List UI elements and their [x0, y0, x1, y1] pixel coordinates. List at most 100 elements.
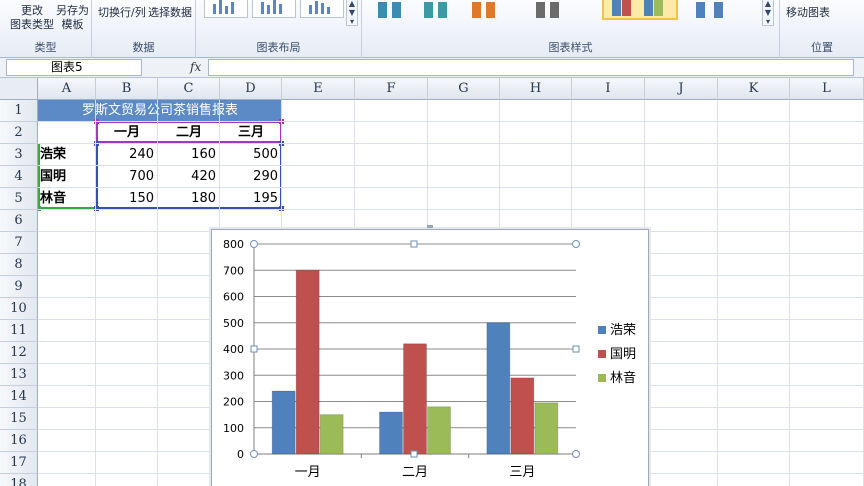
header-cell-month-2[interactable]: 二月 [158, 122, 220, 144]
bar[interactable] [534, 402, 559, 455]
ribbon-group-type-label: 类型 [34, 41, 57, 54]
column-header-d[interactable]: D [220, 78, 282, 100]
ribbon-group-type: 更改 图表类型 另存为 模板 类型 [0, 0, 92, 58]
plot-area-handle[interactable] [572, 450, 580, 458]
value-cell[interactable]: 150 [96, 188, 158, 210]
move-chart-button[interactable]: 移动图表 [786, 6, 830, 20]
row-header-12[interactable]: 12 [0, 342, 38, 364]
value-cell[interactable]: 700 [96, 166, 158, 188]
save-as-template-label-2: 模板 [61, 18, 84, 31]
chart-style-option-2[interactable] [418, 0, 456, 20]
value-cell[interactable]: 160 [158, 144, 220, 166]
column-header-g[interactable]: G [428, 78, 500, 100]
plot-area-handle[interactable] [410, 450, 418, 458]
row-label-cell[interactable]: 国明 [38, 166, 96, 188]
gridline [38, 187, 864, 188]
row-header-7[interactable]: 7 [0, 232, 38, 254]
row-header-9[interactable]: 9 [0, 276, 38, 298]
row-header-13[interactable]: 13 [0, 364, 38, 386]
column-chart[interactable]: 0 100 200 300 400 500 600 700 800 一月 二月 三月 浩荣国明林音 [212, 230, 650, 486]
legend-swatch [598, 374, 606, 382]
chart-style-option-selected[interactable] [602, 0, 678, 20]
y-tick-label: 200 [223, 396, 244, 409]
column-header-a[interactable]: A [38, 78, 96, 100]
value-cell[interactable]: 290 [220, 166, 282, 188]
ribbon: 更改 图表类型 另存为 模板 类型 切换行/列 选择数据 数据 ▲ ▼ ▾ 图表布局… [0, 0, 864, 58]
value-cell[interactable]: 240 [96, 144, 158, 166]
bar[interactable] [486, 322, 511, 455]
plot-area-handle[interactable] [572, 240, 580, 248]
chart-style-option-3[interactable] [466, 0, 504, 20]
change-chart-type-button[interactable]: 更改 图表类型 [10, 4, 54, 32]
chart-layout-option-2[interactable] [252, 0, 296, 18]
column-header-f[interactable]: F [355, 78, 428, 100]
column-header-k[interactable]: K [718, 78, 790, 100]
chart-layout-scroll[interactable]: ▲ ▼ ▾ [346, 0, 358, 26]
bar[interactable] [271, 390, 296, 455]
row-header-18[interactable]: 18 [0, 474, 38, 486]
bar[interactable] [295, 269, 320, 455]
value-cell[interactable]: 180 [158, 188, 220, 210]
ribbon-group-chart-styles-label: 图表样式 [548, 41, 593, 54]
insert-function-icon[interactable]: fx [190, 60, 201, 74]
row-header-15[interactable]: 15 [0, 408, 38, 430]
row-header-6[interactable]: 6 [0, 210, 38, 232]
column-header-l[interactable]: L [790, 78, 864, 100]
save-as-template-button[interactable]: 另存为 模板 [56, 4, 89, 32]
row-header-8[interactable]: 8 [0, 254, 38, 276]
row-header-11[interactable]: 11 [0, 320, 38, 342]
row-header-4[interactable]: 4 [0, 166, 38, 188]
plot-area-handle[interactable] [250, 450, 258, 458]
chart-resize-handle[interactable] [427, 225, 433, 228]
name-box[interactable]: 图表5 [6, 59, 142, 76]
column-header-c[interactable]: C [158, 78, 220, 100]
ribbon-group-chart-layout: ▲ ▼ ▾ 图表布局 [196, 0, 362, 58]
row-label-cell[interactable]: 林音 [38, 188, 96, 210]
header-cell-month-3[interactable]: 三月 [220, 122, 282, 144]
column-header-b[interactable]: B [96, 78, 158, 100]
value-cell[interactable]: 195 [220, 188, 282, 210]
chart-style-option-1[interactable] [372, 0, 410, 20]
chart-object[interactable]: 0 100 200 300 400 500 600 700 800 一月 二月 三月 浩荣 国明 林音 [211, 229, 649, 486]
row-header-3[interactable]: 3 [0, 144, 38, 166]
header-cell-month-1[interactable]: 一月 [96, 122, 158, 144]
row-header-2[interactable]: 2 [0, 122, 38, 144]
chart-style-option-4[interactable] [530, 0, 568, 20]
plot-area-handle[interactable] [410, 240, 418, 248]
select-all-corner[interactable] [0, 78, 38, 100]
switch-row-column-button[interactable]: 切换行/列 [98, 6, 146, 20]
sheet-title[interactable]: 罗斯文贸易公司茶销售报表 [38, 100, 282, 122]
legend-label: 浩荣 [610, 323, 636, 338]
plot-area-handle[interactable] [572, 345, 580, 353]
value-cell[interactable]: 420 [158, 166, 220, 188]
bar[interactable] [510, 377, 535, 455]
row-label-cell[interactable]: 浩荣 [38, 144, 96, 166]
column-header-i[interactable]: I [572, 78, 645, 100]
column-header-h[interactable]: H [500, 78, 572, 100]
plot-area-handle[interactable] [250, 240, 258, 248]
bar[interactable] [319, 414, 344, 455]
bar[interactable] [427, 406, 451, 455]
row-header-5[interactable]: 5 [0, 188, 38, 210]
chart-layout-option-3[interactable] [300, 0, 344, 18]
bar[interactable] [379, 411, 403, 455]
legend-label: 林音 [610, 370, 636, 386]
column-header-e[interactable]: E [282, 78, 355, 100]
bar[interactable] [403, 343, 427, 455]
y-tick-label: 500 [223, 317, 244, 330]
plot-area-handle[interactable] [250, 345, 258, 353]
row-header-14[interactable]: 14 [0, 386, 38, 408]
select-data-button[interactable]: 选择数据 [148, 6, 192, 20]
y-tick-label: 100 [223, 422, 244, 435]
row-header-1[interactable]: 1 [0, 100, 38, 122]
column-header-j[interactable]: J [645, 78, 718, 100]
chart-styles-scroll[interactable]: ▲ ▼ ▾ [762, 0, 774, 26]
chart-style-option-6[interactable] [692, 0, 730, 20]
change-chart-type-label-2: 图表类型 [10, 18, 54, 31]
formula-input[interactable] [208, 59, 854, 76]
chart-layout-option-1[interactable] [204, 0, 248, 18]
row-header-10[interactable]: 10 [0, 298, 38, 320]
row-header-17[interactable]: 17 [0, 452, 38, 474]
value-cell[interactable]: 500 [220, 144, 282, 166]
row-header-16[interactable]: 16 [0, 430, 38, 452]
